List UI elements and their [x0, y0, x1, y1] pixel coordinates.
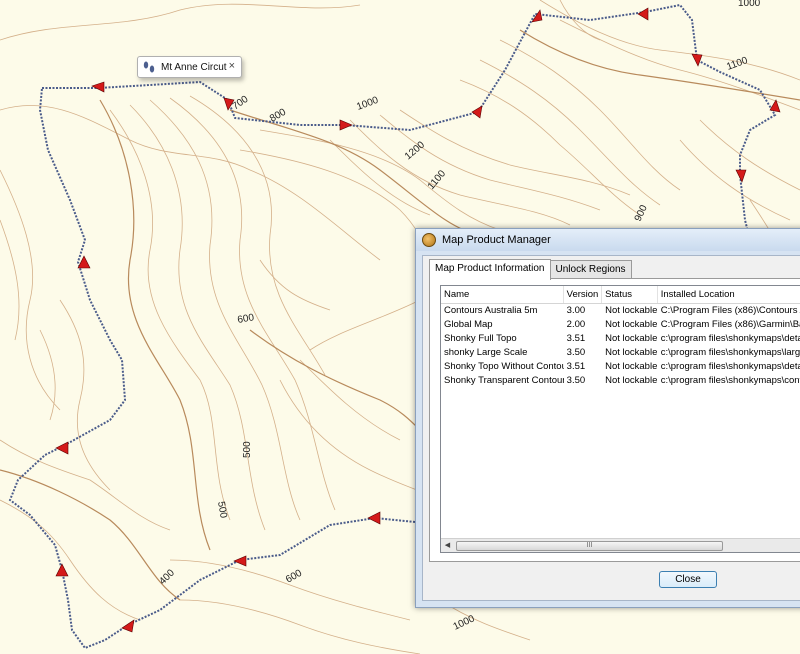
cell-status: Not lockable — [605, 375, 658, 386]
scroll-thumb[interactable]: III — [456, 541, 723, 551]
cell-name: Shonky Topo Without Contours — [444, 361, 564, 372]
list-row[interactable]: shonky Large Scale 3.50 Not lockable c:\… — [441, 346, 800, 360]
cell-name: Contours Australia 5m — [444, 305, 538, 316]
tab-unlock-regions[interactable]: Unlock Regions — [549, 260, 632, 279]
cell-version: 3.50 — [566, 375, 586, 386]
contour-label: 1000 — [738, 0, 761, 9]
cell-location: C:\Program Files (x86)\Contours Au — [660, 305, 800, 316]
cell-version: 3.51 — [566, 333, 586, 344]
column-header-version[interactable]: Version — [564, 286, 603, 303]
dialog-client: Map Product Information Unlock Regions N… — [422, 255, 800, 601]
cell-location: c:\program files\shonkymaps\cont — [660, 375, 800, 386]
dialog-titlebar[interactable]: Map Product Manager — [416, 229, 800, 251]
tab-panel: Name Version Status Installed Location C… — [429, 278, 800, 562]
cell-location: c:\program files\shonkymaps\deta — [660, 361, 800, 372]
close-button[interactable]: Close — [659, 571, 717, 588]
map-product-list[interactable]: Name Version Status Installed Location C… — [440, 285, 800, 553]
dialog-title: Map Product Manager — [442, 234, 551, 246]
tab-strip: Map Product Information Unlock Regions — [429, 259, 632, 280]
cell-name: Shonky Transparent Contours — [444, 375, 564, 386]
cell-version: 3.50 — [566, 347, 586, 358]
garmin-app-icon — [422, 233, 436, 247]
cell-status: Not lockable — [605, 305, 658, 316]
list-row[interactable]: Shonky Transparent Contours 3.50 Not loc… — [441, 374, 800, 388]
track-tooltip[interactable]: Mt Anne Circut × — [137, 56, 242, 78]
cell-name: Shonky Full Topo — [444, 333, 517, 344]
map-product-manager-dialog: Map Product Manager Map Product Informat… — [415, 228, 800, 608]
tab-map-product-information[interactable]: Map Product Information — [429, 259, 551, 280]
track-name: Mt Anne Circut — [161, 61, 227, 73]
list-header: Name Version Status Installed Location — [441, 286, 800, 304]
footprints-icon — [143, 61, 155, 73]
contour-label: 500 — [242, 441, 253, 458]
list-row[interactable]: Global Map 2.00 Not lockable C:\Program … — [441, 318, 800, 332]
column-header-name[interactable]: Name — [441, 286, 564, 303]
cell-location: c:\program files\shonkymaps\large — [660, 347, 800, 358]
list-row[interactable]: Contours Australia 5m 3.00 Not lockable … — [441, 304, 800, 318]
list-row[interactable]: Shonky Topo Without Contours 3.51 Not lo… — [441, 360, 800, 374]
cell-status: Not lockable — [605, 333, 658, 344]
column-header-status[interactable]: Status — [602, 286, 658, 303]
cell-name: shonky Large Scale — [444, 347, 528, 358]
cell-version: 2.00 — [566, 319, 586, 330]
cell-version: 3.51 — [566, 361, 586, 372]
scroll-left-icon[interactable]: ◀ — [441, 539, 454, 552]
close-icon[interactable]: × — [229, 60, 235, 72]
cell-location: C:\Program Files (x86)\Garmin\Bas — [660, 319, 800, 330]
cell-status: Not lockable — [605, 347, 658, 358]
cell-status: Not lockable — [605, 361, 658, 372]
cell-status: Not lockable — [605, 319, 658, 330]
cell-location: c:\program files\shonkymaps\deta — [660, 333, 800, 344]
cell-name: Global Map — [444, 319, 493, 330]
cell-version: 3.00 — [566, 305, 586, 316]
list-row[interactable]: Shonky Full Topo 3.51 Not lockable c:\pr… — [441, 332, 800, 346]
column-header-location[interactable]: Installed Location — [658, 286, 800, 303]
horizontal-scrollbar[interactable]: ◀ III — [441, 538, 800, 552]
